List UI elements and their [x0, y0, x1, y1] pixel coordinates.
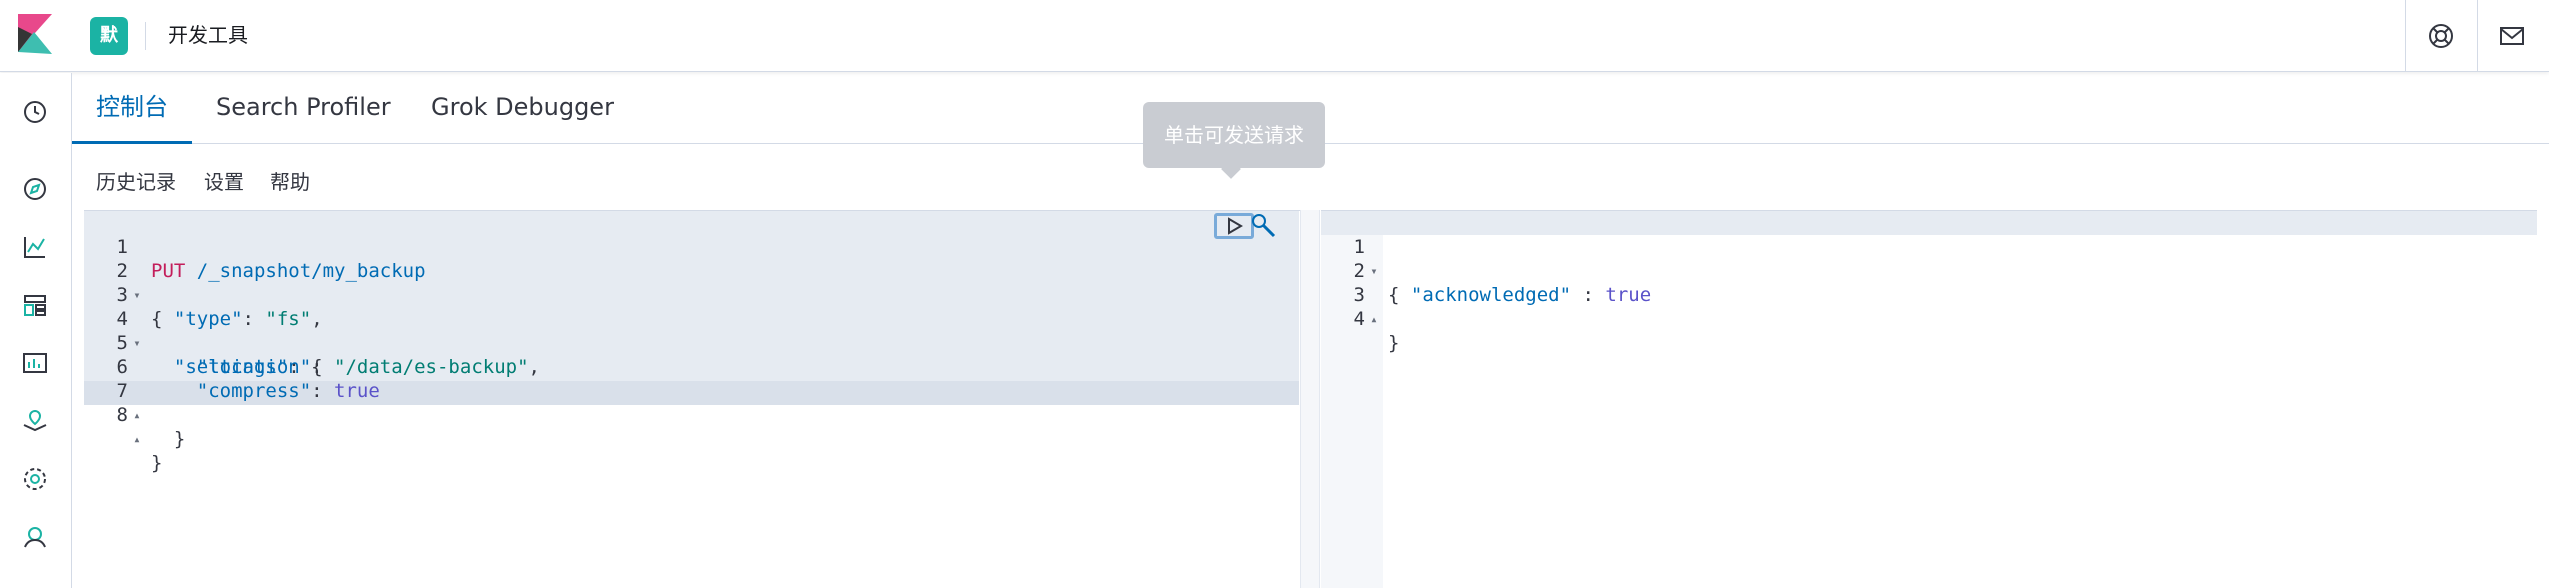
line-number: 8 [116, 404, 128, 426]
code-text: } [151, 452, 163, 474]
editor-resizer[interactable] [1300, 210, 1320, 588]
maps-icon[interactable] [18, 403, 52, 437]
clock-icon[interactable] [18, 95, 52, 129]
settings-link[interactable]: 设置 [204, 168, 244, 196]
side-nav [0, 73, 72, 588]
code-line: 4 ▾ "settings": { [84, 283, 1300, 378]
space-avatar[interactable]: 默 [90, 17, 128, 55]
fold-toggle-icon[interactable]: ▴ [1367, 307, 1381, 331]
active-tab-indicator [72, 141, 192, 144]
code-line: 1 ▾ { [1321, 211, 2537, 306]
code-text: } [173, 428, 186, 450]
code-line: 2 "acknowledged" : true [1321, 235, 2537, 306]
header-divider [2405, 0, 2406, 72]
compass-icon[interactable] [18, 172, 52, 206]
code-line: 2 ▾ { [84, 235, 1300, 330]
header-divider [2477, 0, 2478, 72]
tab-grok-debugger[interactable]: Grok Debugger [431, 91, 614, 123]
top-header: 默 开发工具 [0, 0, 2549, 72]
visualize-icon[interactable] [18, 230, 52, 264]
request-editor[interactable]: 1 PUT /_snapshot/my_backup 2 ▾ { 3 "type… [84, 210, 1300, 588]
code-line: 7 ▴ } [84, 355, 1300, 450]
send-request-tooltip: 单击可发送请求 [1143, 102, 1325, 168]
line-number: 4 [1353, 308, 1365, 330]
history-link[interactable]: 历史记录 [96, 168, 176, 196]
console-toolbar: 历史记录 设置 帮助 [72, 146, 1292, 206]
send-request-button[interactable] [1214, 213, 1254, 239]
code-line: 6 "compress": true [84, 331, 1300, 402]
kibana-logo-icon[interactable] [18, 14, 52, 54]
code-line: 4 [1321, 283, 2537, 330]
ml-icon[interactable] [18, 462, 52, 496]
fold-toggle-icon[interactable]: ▴ [130, 427, 144, 451]
newsfeed-mail-icon[interactable] [2496, 20, 2528, 52]
code-text: } [1388, 332, 1400, 354]
header-divider [145, 22, 146, 50]
code-line: 5 "location": "/data/es-backup", [84, 307, 1300, 378]
canvas-icon[interactable] [18, 345, 52, 379]
tab-search-profiler[interactable]: Search Profiler [216, 91, 391, 123]
code-line: 3 ▴ } [1321, 259, 2537, 354]
dashboard-icon[interactable] [18, 288, 52, 322]
help-link[interactable]: 帮助 [270, 168, 310, 196]
wrench-icon[interactable] [1250, 212, 1278, 240]
code-line: 8 ▴ } [84, 379, 1300, 474]
play-icon [1228, 217, 1243, 235]
code-line: 3 "type": "fs", [84, 259, 1300, 330]
tab-console[interactable]: 控制台 [96, 91, 168, 123]
code-line: 1 PUT /_snapshot/my_backup [84, 211, 1300, 282]
response-editor: 1 ▾ { 2 "acknowledged" : true 3 ▴ } 4 [1321, 210, 2537, 588]
fold-toggle-icon[interactable]: ▴ [130, 403, 144, 427]
app-title: 开发工具 [168, 23, 248, 47]
apm-icon[interactable] [18, 520, 52, 554]
help-lifebuoy-icon[interactable] [2425, 20, 2457, 52]
